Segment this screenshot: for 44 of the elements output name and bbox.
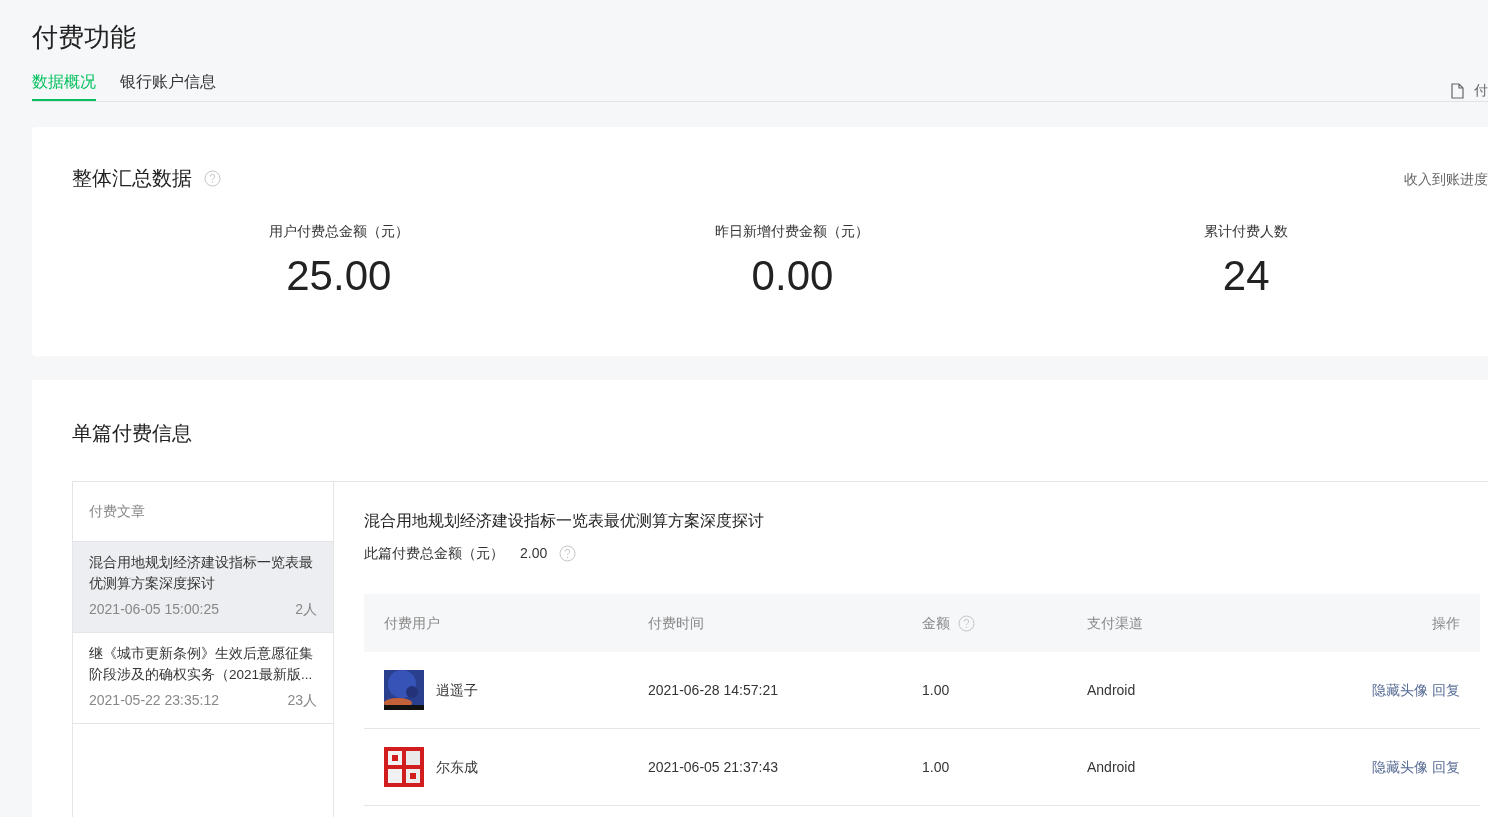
action-link[interactable]: 隐藏头像 — [1372, 756, 1428, 778]
help-icon[interactable] — [204, 169, 221, 187]
help-icon[interactable] — [559, 545, 577, 562]
document-icon — [1451, 82, 1464, 99]
column-header: 付费时间 — [648, 613, 704, 633]
link[interactable]: 付 — [1474, 80, 1488, 101]
section-title: 整体汇总数据 — [72, 166, 192, 191]
table-cell: Android — [1087, 681, 1136, 698]
total-label: 此篇付费总金额（元） — [364, 544, 504, 563]
user-name: 尔东成 — [436, 757, 478, 777]
link[interactable]: 收入到账进度 — [1404, 169, 1488, 190]
article-item[interactable]: 混合用地规划经济建设指标一览表最优测算方案深度探讨 2021-06-05 15:00:25 2人 — [73, 542, 333, 633]
action-link[interactable]: 隐藏头像 — [1372, 679, 1428, 701]
stat-value: 0.00 — [751, 251, 834, 301]
payer-count: 23人 — [287, 691, 317, 710]
stat-value: 25.00 — [286, 251, 392, 301]
stat-label: 用户付费总金额（元） — [268, 222, 409, 241]
section-title: 单篇付费信息 — [72, 422, 192, 444]
column-header: 操作 — [1432, 613, 1460, 633]
article-time: 2021-06-05 15:00:25 — [89, 600, 219, 619]
column-header: 金额 — [922, 613, 950, 633]
table-cell: 1.00 — [922, 681, 950, 698]
stat-label: 累计付费人数 — [1204, 222, 1289, 241]
table-cell: 1.00 — [922, 758, 950, 775]
page-title: 付费功能 — [32, 22, 136, 52]
article-title: 继《城市更新条例》生效后意愿征集阶段涉及的确权实务（2021最新版... — [89, 645, 314, 684]
table-cell: Android — [1087, 758, 1136, 775]
article-title: 混合用地规划经济建设指标一览表最优测算方案深度探讨 — [89, 554, 314, 593]
action-link[interactable]: 回复 — [1432, 679, 1460, 701]
column-header: 付费用户 — [384, 613, 440, 633]
payer-count: 2人 — [295, 600, 317, 619]
article-time: 2021-05-22 23:35:12 — [89, 691, 219, 710]
stat-label: 昨日新增付费金额（元） — [715, 222, 870, 241]
help-icon[interactable] — [958, 614, 975, 632]
column-header: 支付渠道 — [1087, 613, 1143, 633]
total-value: 2.00 — [520, 544, 548, 563]
stat-value: 24 — [1222, 251, 1270, 301]
table-cell: 2021-06-28 14:57:21 — [648, 681, 778, 698]
user-name: 逍遥子 — [436, 680, 478, 700]
table-cell: 2021-06-05 21:37:43 — [648, 758, 778, 775]
list-header: 付费文章 — [89, 502, 145, 521]
tab[interactable]: 银行账户信息 — [120, 70, 216, 101]
article-title: 混合用地规划经济建设指标一览表最优测算方案深度探讨 — [364, 512, 764, 529]
action-link[interactable]: 回复 — [1432, 756, 1460, 778]
